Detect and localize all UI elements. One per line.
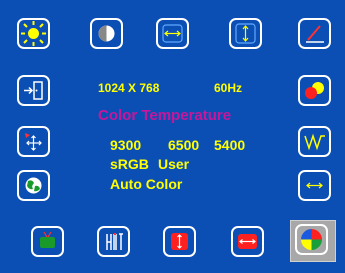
waveform-button[interactable] (298, 126, 331, 157)
exit-button[interactable] (17, 75, 50, 106)
auto-color-option[interactable]: Auto Color (110, 177, 182, 191)
pen-icon (306, 25, 324, 43)
color-icon (301, 229, 322, 250)
tools-button[interactable] (97, 226, 130, 257)
panel-title: Color Temperature (98, 107, 232, 124)
v-position-icon (235, 23, 256, 44)
language-button[interactable] (17, 170, 50, 201)
language-icon (25, 177, 42, 194)
v-size-icon (171, 233, 188, 250)
waveform-icon (304, 133, 325, 151)
option-6500[interactable]: 6500 (168, 138, 199, 152)
option-user[interactable]: User (158, 157, 189, 171)
h-size-icon (306, 182, 323, 189)
tv-icon (40, 231, 55, 248)
move-button[interactable] (17, 126, 50, 157)
tools-icon (106, 233, 123, 250)
option-9300[interactable]: 9300 (110, 138, 141, 152)
color-balls-icon (305, 82, 324, 99)
move-icon (25, 133, 42, 151)
brightness-icon (21, 21, 46, 46)
v-size-button[interactable] (163, 226, 196, 257)
h-position-button[interactable] (156, 18, 189, 49)
exit-icon (24, 81, 43, 100)
h-resize-icon (238, 234, 257, 249)
resolution-label: 1024 X 768 (98, 81, 160, 95)
brightness-button[interactable] (17, 18, 50, 49)
pen-button[interactable] (298, 18, 331, 49)
h-size-button[interactable] (298, 170, 331, 201)
contrast-button[interactable] (90, 18, 123, 49)
frequency-label: 60Hz (214, 81, 243, 95)
color-button[interactable] (295, 224, 328, 255)
color-balls-button[interactable] (298, 75, 331, 106)
tv-button[interactable] (31, 226, 64, 257)
h-position-icon (162, 24, 183, 43)
v-position-button[interactable] (229, 18, 262, 49)
osd-menu: 1024 X 768 60Hz Color Temperature 9300 6… (0, 0, 345, 273)
contrast-icon (98, 25, 115, 42)
option-srgb[interactable]: sRGB (110, 157, 149, 171)
h-resize-button[interactable] (231, 226, 264, 257)
option-5400[interactable]: 5400 (214, 138, 245, 152)
